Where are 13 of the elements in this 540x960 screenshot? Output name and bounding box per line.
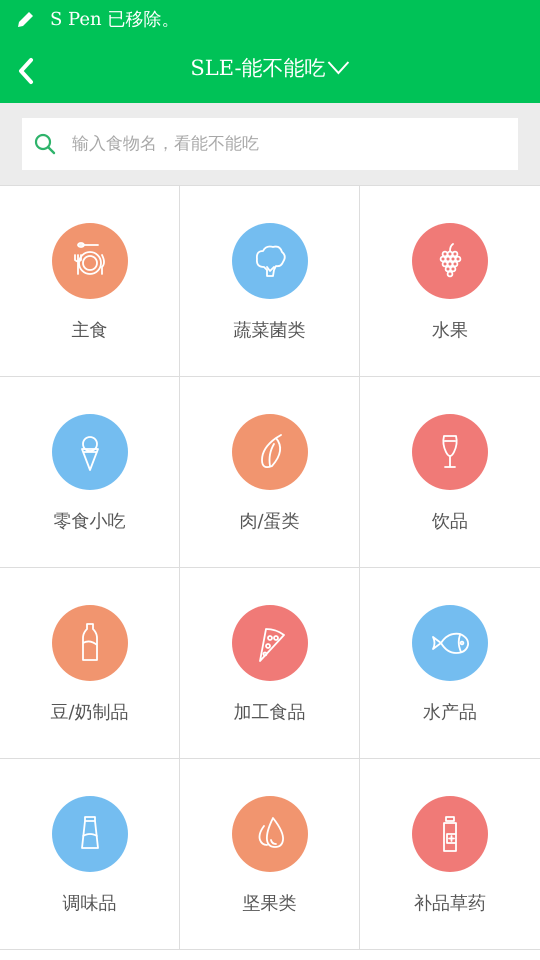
category-tile[interactable]: 肉/蛋类 (180, 377, 360, 568)
category-tile[interactable]: 坚果类 (180, 759, 360, 950)
search-icon (34, 133, 56, 155)
category-tile[interactable]: 蔬菜菌类 (180, 186, 360, 377)
pencil-icon (16, 9, 36, 29)
category-tile[interactable]: 零食小吃 (0, 377, 180, 568)
chevron-icon (328, 61, 350, 75)
category-tile[interactable]: 加工食品 (180, 568, 360, 759)
category-tile[interactable]: 主食 (0, 186, 180, 377)
category-tile[interactable]: 调味品 (0, 759, 180, 950)
notification-text: S Pen 已移除。 (50, 8, 180, 31)
search-box[interactable]: 输入食物名，看能不能吃 (22, 118, 518, 170)
category-tile[interactable]: 豆/奶制品 (0, 568, 180, 759)
